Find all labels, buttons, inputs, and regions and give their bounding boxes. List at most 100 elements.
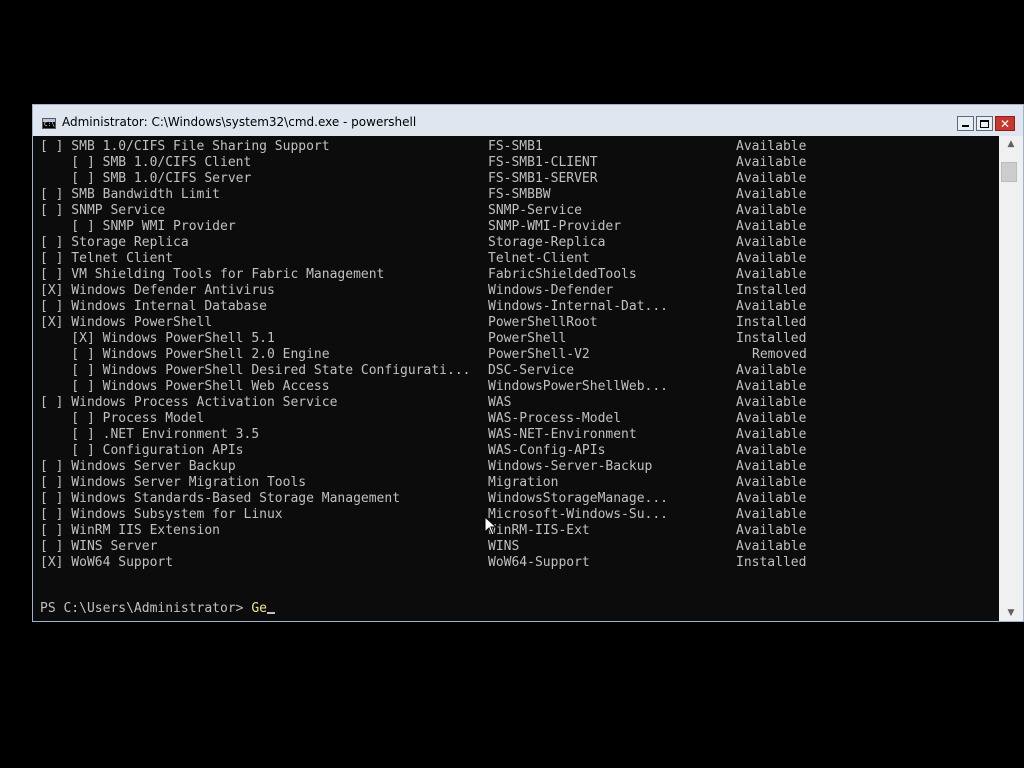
feature-short-name: FS-SMB1-SERVER <box>488 171 598 186</box>
feature-install-state: Available <box>736 219 807 234</box>
feature-display-name: [ ] Windows Subsystem for Linux <box>40 507 283 522</box>
feature-install-state: Available <box>736 299 807 314</box>
feature-display-name: [ ] WinRM IIS Extension <box>40 523 221 538</box>
feature-short-name: SNMP-Service <box>488 203 582 218</box>
minimize-button[interactable] <box>957 116 974 131</box>
feature-install-state: Available <box>736 251 807 266</box>
feature-install-state: Available <box>736 539 807 554</box>
feature-install-state: Available <box>736 379 807 394</box>
feature-install-state: Available <box>736 507 807 522</box>
feature-short-name: WAS-Process-Model <box>488 411 622 426</box>
feature-short-name: Windows-Defender <box>488 283 614 298</box>
feature-short-name: FS-SMBBW <box>488 187 551 202</box>
feature-short-name: WoW64-Support <box>488 555 590 570</box>
feature-install-state: Available <box>736 411 807 426</box>
feature-display-name: [ ] Windows Server Backup <box>40 459 236 474</box>
feature-display-name: [X] Windows PowerShell 5.1 <box>40 331 275 346</box>
scroll-thumb[interactable] <box>1001 162 1017 182</box>
feature-display-name: [ ] .NET Environment 3.5 <box>40 427 260 442</box>
feature-short-name: WINS <box>488 539 520 554</box>
feature-short-name: WAS-NET-Environment <box>488 427 637 442</box>
feature-install-state: Available <box>736 139 807 154</box>
feature-install-state: Available <box>736 395 807 410</box>
feature-display-name: [X] WoW64 Support <box>40 555 174 570</box>
prompt-path: PS C:\Users\Administrator> <box>40 601 252 616</box>
feature-display-name: [ ] Windows PowerShell Desired State Con… <box>40 363 471 378</box>
feature-short-name: PowerShell-V2 <box>488 347 590 362</box>
cmd-icon-text: C:\ <box>44 121 55 128</box>
console-output[interactable]: [ ] SMB 1.0/CIFS File Sharing Support FS-… <box>33 136 999 621</box>
typed-command[interactable]: Ge <box>251 601 267 616</box>
feature-short-name: FS-SMB1-CLIENT <box>488 155 598 170</box>
feature-install-state: Available <box>736 459 807 474</box>
feature-short-name: Telnet-Client <box>488 251 590 266</box>
scroll-up-arrow-icon[interactable]: ▲ <box>999 136 1023 152</box>
feature-short-name: Windows-Internal-Dat... <box>488 299 669 314</box>
feature-install-state: Available <box>736 427 807 442</box>
feature-install-state: Removed <box>752 347 807 362</box>
feature-short-name: FS-SMB1 <box>488 139 543 154</box>
feature-short-name: SNMP-WMI-Provider <box>488 219 622 234</box>
feature-short-name: PowerShellRoot <box>488 315 598 330</box>
scroll-down-arrow-icon[interactable]: ▼ <box>999 605 1023 621</box>
feature-display-name: [ ] Windows Internal Database <box>40 299 267 314</box>
feature-display-name: [ ] SMB 1.0/CIFS File Sharing Support <box>40 139 330 154</box>
feature-short-name: WinRM-IIS-Ext <box>488 523 590 538</box>
feature-install-state: Available <box>736 171 807 186</box>
feature-install-state: Installed <box>736 331 807 346</box>
feature-display-name: [ ] Windows PowerShell 2.0 Engine <box>40 347 330 362</box>
vertical-scrollbar[interactable]: ▲ ▼ <box>999 136 1023 621</box>
feature-install-state: Installed <box>736 555 807 570</box>
command-prompt[interactable]: PS C:\Users\Administrator> Ge <box>40 601 275 617</box>
feature-short-name: Microsoft-Windows-Su... <box>488 507 669 522</box>
feature-short-name: WAS <box>488 395 512 410</box>
feature-install-state: Available <box>736 491 807 506</box>
close-button[interactable]: ✕ <box>995 116 1015 131</box>
maximize-button[interactable] <box>976 116 993 131</box>
feature-install-state: Available <box>736 523 807 538</box>
feature-short-name: Migration <box>488 475 559 490</box>
feature-short-name: WindowsStorageManage... <box>488 491 669 506</box>
feature-install-state: Installed <box>736 315 807 330</box>
feature-install-state: Available <box>736 363 807 378</box>
text-cursor-icon <box>484 516 496 536</box>
feature-short-name: Storage-Replica <box>488 235 606 250</box>
feature-display-name: [ ] Windows Server Migration Tools <box>40 475 307 490</box>
feature-install-state: Available <box>736 187 807 202</box>
close-icon: ✕ <box>999 117 1011 131</box>
cmd-icon[interactable]: C:\ <box>42 118 56 129</box>
powershell-window: C:\ Administrator: C:\Windows\system32\c… <box>32 104 1024 622</box>
feature-short-name: WindowsPowerShellWeb... <box>488 379 669 394</box>
feature-display-name: [X] Windows Defender Antivirus <box>40 283 275 298</box>
feature-install-state: Available <box>736 235 807 250</box>
feature-short-name: PowerShell <box>488 331 567 346</box>
feature-install-state: Available <box>736 203 807 218</box>
feature-short-name: FabricShieldedTools <box>488 267 637 282</box>
feature-display-name: [ ] Process Model <box>40 411 205 426</box>
feature-install-state: Available <box>736 475 807 490</box>
feature-display-name: [ ] Telnet Client <box>40 251 174 266</box>
feature-install-state: Available <box>736 267 807 282</box>
feature-display-name: [ ] SNMP Service <box>40 203 166 218</box>
feature-display-name: [ ] VM Shielding Tools for Fabric Manage… <box>40 267 385 282</box>
feature-display-name: [ ] SMB 1.0/CIFS Server <box>40 171 252 186</box>
title-bar[interactable]: C:\ Administrator: C:\Windows\system32\c… <box>33 105 1023 136</box>
feature-install-state: Available <box>736 443 807 458</box>
feature-short-name: Windows-Server-Backup <box>488 459 653 474</box>
feature-display-name: [ ] Storage Replica <box>40 235 189 250</box>
window-title: Administrator: C:\Windows\system32\cmd.e… <box>62 115 417 129</box>
feature-display-name: [ ] SMB 1.0/CIFS Client <box>40 155 252 170</box>
feature-display-name: [ ] SMB Bandwidth Limit <box>40 187 221 202</box>
text-caret <box>266 612 275 614</box>
feature-display-name: [ ] Windows PowerShell Web Access <box>40 379 330 394</box>
feature-display-name: [X] Windows PowerShell <box>40 315 213 330</box>
feature-display-name: [ ] Windows Process Activation Service <box>40 395 338 410</box>
feature-display-name: [ ] SNMP WMI Provider <box>40 219 236 234</box>
feature-display-name: [ ] WINS Server <box>40 539 158 554</box>
feature-install-state: Installed <box>736 283 807 298</box>
feature-short-name: WAS-Config-APIs <box>488 443 606 458</box>
feature-display-name: [ ] Configuration APIs <box>40 443 244 458</box>
feature-display-name: [ ] Windows Standards-Based Storage Mana… <box>40 491 401 506</box>
feature-short-name: DSC-Service <box>488 363 575 378</box>
feature-install-state: Available <box>736 155 807 170</box>
